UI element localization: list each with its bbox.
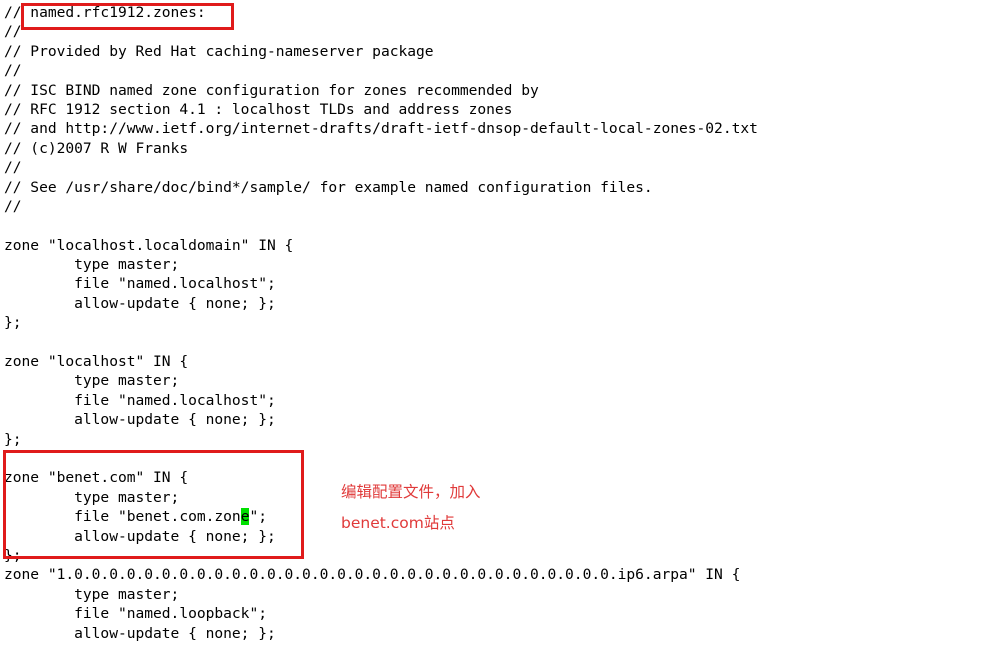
code-line: file "named.loopback"; [4, 605, 267, 623]
code-line: allow-update { none; }; [4, 624, 276, 642]
code-line: // Provided by Red Hat caching-nameserve… [4, 42, 434, 60]
code-line: allow-update { none; }; [4, 294, 276, 312]
code-line: type master; [4, 256, 180, 274]
code-line: allow-update { none; }; [4, 527, 276, 545]
code-line: // (c)2007 R W Franks [4, 139, 189, 157]
code-line: zone "benet.com" IN { [4, 469, 189, 487]
terminal-window: // named.rfc1912.zones: // // Provided b… [0, 0, 995, 672]
code-line: }; [4, 546, 22, 564]
code-line: // RFC 1912 section 4.1 : localhost TLDs… [4, 100, 513, 118]
code-line: // [4, 159, 22, 177]
code-line: // [4, 23, 22, 41]
config-file-content[interactable]: // named.rfc1912.zones: // // Provided b… [4, 3, 990, 643]
code-line: }; [4, 314, 22, 332]
code-line: type master; [4, 372, 180, 390]
code-line: // and http://www.ietf.org/internet-draf… [4, 120, 758, 138]
code-line: allow-update { none; }; [4, 411, 276, 429]
code-line: type master; [4, 488, 180, 506]
code-line: zone "1.0.0.0.0.0.0.0.0.0.0.0.0.0.0.0.0.… [4, 566, 741, 584]
code-line: }; [4, 430, 22, 448]
code-line: // named.rfc1912.zones: [4, 4, 206, 21]
code-line: // [4, 197, 22, 215]
code-text-before-cursor: file "benet.com.zon [4, 508, 241, 526]
annotation-text-line-1: 编辑配置文件，加入 [341, 483, 481, 501]
code-line: zone "localhost" IN { [4, 353, 189, 371]
code-line-with-cursor[interactable]: file "benet.com.zone"; [4, 507, 990, 526]
code-line: // ISC BIND named zone configuration for… [4, 81, 539, 99]
code-line: zone "localhost.localdomain" IN { [4, 236, 294, 254]
code-line: type master; [4, 585, 180, 603]
code-line: file "named.localhost"; [4, 391, 276, 409]
annotation-text-line-2: benet.com站点 [341, 514, 455, 532]
code-line: file "named.localhost"; [4, 275, 276, 293]
code-text-after-cursor: "; [249, 508, 268, 526]
code-line: // [4, 62, 22, 80]
code-line: // See /usr/share/doc/bind*/sample/ for … [4, 178, 653, 196]
